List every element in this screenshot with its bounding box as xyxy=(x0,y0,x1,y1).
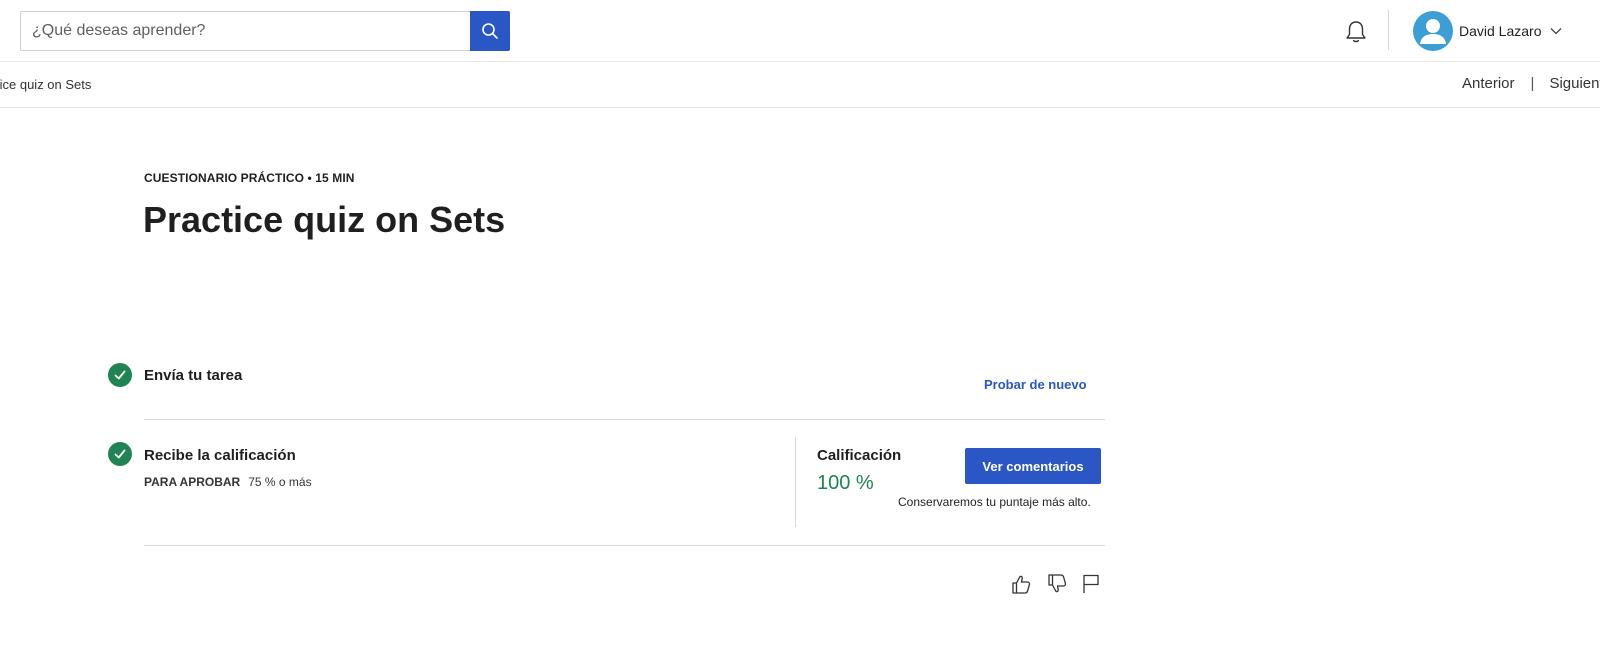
header-divider xyxy=(1388,10,1389,50)
thumbs-up-icon xyxy=(1012,575,1031,594)
nav-separator: | xyxy=(1530,75,1535,92)
thumbs-down-icon xyxy=(1048,574,1067,593)
dislike-button[interactable] xyxy=(1045,572,1069,596)
step-grade-label: Recibe la calificación xyxy=(144,447,296,464)
check-icon xyxy=(114,449,126,459)
grade-value: 100 % xyxy=(817,472,874,494)
like-button[interactable] xyxy=(1009,572,1033,596)
passing-value: 75 % o más xyxy=(248,475,312,489)
chevron-down-icon xyxy=(1550,28,1561,35)
bell-icon xyxy=(1346,21,1366,43)
search-button[interactable] xyxy=(470,11,510,51)
highest-score-note: Conservaremos tu puntaje más alto. xyxy=(898,495,1091,509)
user-menu[interactable]: David Lazaro xyxy=(1413,11,1562,51)
breadcrumb[interactable]: tice quiz on Sets xyxy=(0,77,91,92)
check-icon xyxy=(114,370,126,380)
previous-link[interactable]: Anterior xyxy=(1462,75,1515,92)
step-complete-badge xyxy=(108,363,132,387)
user-avatar-icon xyxy=(1420,19,1446,44)
divider xyxy=(144,545,1105,546)
try-again-link[interactable]: Probar de nuevo xyxy=(984,377,1087,392)
divider xyxy=(144,419,1105,420)
prev-next-nav: Anterior | Siguient xyxy=(1462,75,1600,92)
view-feedback-button[interactable]: Ver comentarios xyxy=(965,448,1101,484)
step-submit-label: Envía tu tarea xyxy=(144,367,243,384)
grade-divider xyxy=(795,437,796,527)
avatar xyxy=(1413,11,1453,51)
notifications-button[interactable] xyxy=(1342,18,1370,46)
quiz-kicker: CUESTIONARIO PRÁCTICO • 15 MIN xyxy=(144,171,355,185)
grade-label: Calificación xyxy=(817,447,902,464)
page-title: Practice quiz on Sets xyxy=(143,199,506,240)
next-link[interactable]: Siguient xyxy=(1549,75,1600,92)
step-complete-badge xyxy=(108,442,132,466)
search-input[interactable] xyxy=(20,11,470,51)
top-header: David Lazaro xyxy=(0,0,1600,62)
passing-requirement: PARA APROBAR 75 % o más xyxy=(144,475,312,489)
report-button[interactable] xyxy=(1079,572,1103,596)
user-name: David Lazaro xyxy=(1459,23,1542,39)
search-bar xyxy=(20,11,510,51)
search-icon xyxy=(482,23,498,39)
item-navigation-bar: tice quiz on Sets Anterior | Siguient xyxy=(0,62,1600,108)
passing-key: PARA APROBAR xyxy=(144,475,241,489)
flag-icon xyxy=(1083,574,1099,593)
